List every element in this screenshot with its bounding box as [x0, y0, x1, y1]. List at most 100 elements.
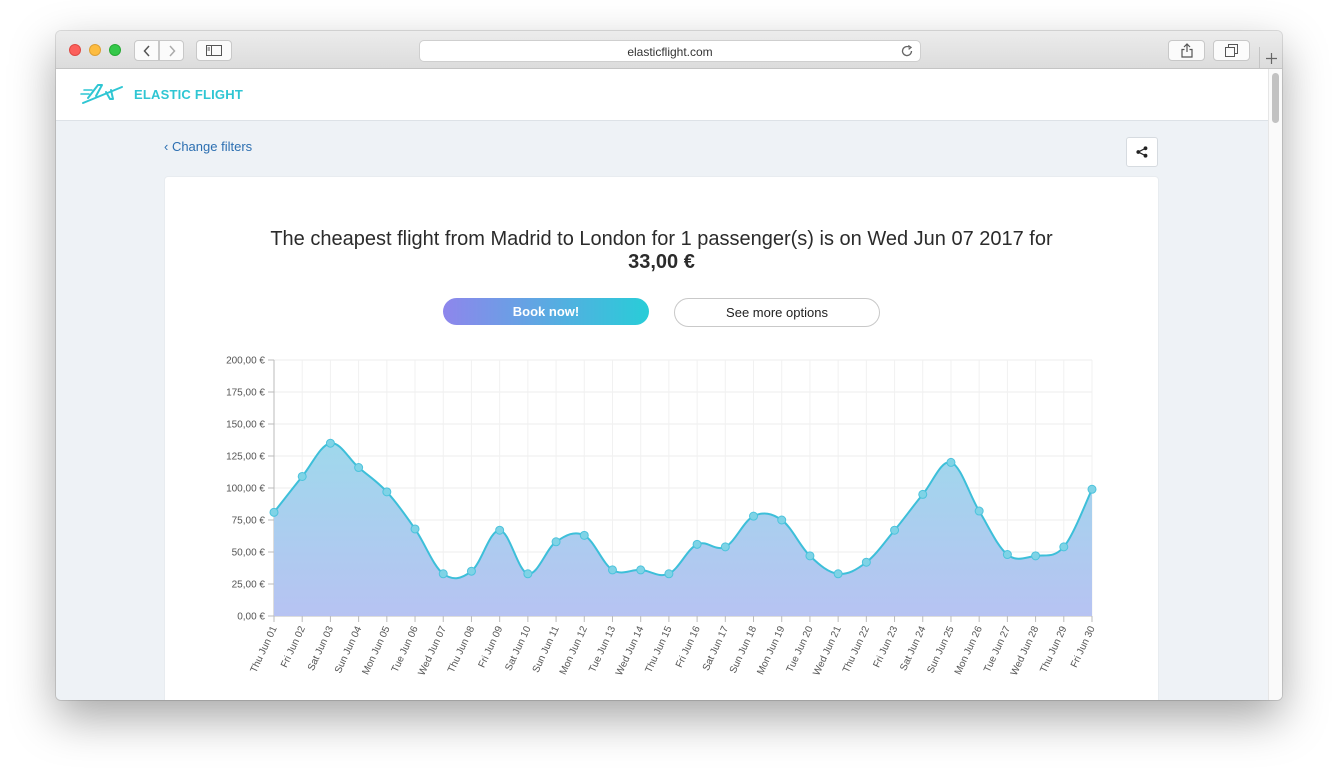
x-tick-label: Sun Jun 04 — [333, 624, 365, 675]
chevron-left-icon — [142, 44, 150, 57]
scrollbar-thumb[interactable] — [1272, 73, 1279, 123]
x-tick-label: Fri Jun 09 — [477, 624, 506, 669]
data-point[interactable] — [579, 530, 589, 540]
x-tick-label: Thu Jun 08 — [446, 624, 477, 674]
plane-icon — [80, 84, 123, 104]
data-point[interactable] — [720, 542, 730, 552]
x-tick-label: Mon Jun 19 — [755, 624, 787, 676]
data-point[interactable] — [777, 515, 787, 525]
x-tick-label: Mon Jun 26 — [953, 624, 985, 676]
x-tick-label: Sat Jun 10 — [503, 624, 533, 672]
change-filters-link[interactable]: ‹ Change filters — [164, 139, 252, 154]
y-tick-label: 50,00 € — [232, 548, 266, 559]
data-point[interactable] — [1087, 484, 1097, 494]
data-point[interactable] — [410, 524, 420, 534]
reload-icon[interactable] — [900, 44, 914, 58]
data-point[interactable] — [833, 569, 843, 579]
minimize-window-button[interactable] — [89, 44, 101, 56]
headline-text: The cheapest flight from Madrid to Londo… — [270, 228, 1053, 250]
data-point[interactable] — [636, 565, 646, 575]
tab-overview-button[interactable] — [1213, 40, 1250, 61]
y-tick-label: 200,00 € — [226, 356, 265, 367]
browser-share-button[interactable] — [1168, 40, 1205, 61]
x-tick-label: Sat Jun 17 — [701, 624, 731, 672]
data-point[interactable] — [297, 471, 307, 481]
data-point[interactable] — [974, 506, 984, 516]
book-now-button[interactable]: Book now! — [443, 298, 649, 325]
x-tick-label: Fri Jun 30 — [1069, 624, 1098, 669]
x-tick-label: Fri Jun 02 — [279, 624, 308, 669]
data-point[interactable] — [438, 569, 448, 579]
chevron-right-icon — [168, 44, 176, 57]
data-point[interactable] — [692, 539, 702, 549]
data-point[interactable] — [495, 525, 505, 535]
x-tick-label: Tue Jun 06 — [390, 624, 421, 674]
data-point[interactable] — [523, 569, 533, 579]
see-more-options-button[interactable]: See more options — [674, 298, 880, 327]
data-point[interactable] — [607, 565, 617, 575]
data-point[interactable] — [805, 551, 815, 561]
browser-window: elasticflight.com ELASTIC FLIGHT ‹ Chang… — [56, 31, 1282, 700]
address-bar[interactable]: elasticflight.com — [419, 40, 921, 62]
data-point[interactable] — [325, 438, 335, 448]
data-point[interactable] — [749, 511, 759, 521]
x-tick-label: Tue Jun 27 — [982, 624, 1013, 674]
data-point[interactable] — [354, 463, 364, 473]
data-point[interactable] — [269, 507, 279, 517]
x-tick-label: Thu Jun 29 — [1038, 624, 1069, 674]
data-point[interactable] — [664, 569, 674, 579]
logo-text: ELASTIC FLIGHT — [134, 86, 243, 102]
x-tick-label: Thu Jun 15 — [643, 624, 674, 674]
x-tick-label: Sat Jun 03 — [306, 624, 336, 672]
close-window-button[interactable] — [69, 44, 81, 56]
x-tick-label: Fri Jun 16 — [674, 624, 703, 669]
data-point[interactable] — [382, 487, 392, 497]
forward-button[interactable] — [159, 40, 184, 61]
y-tick-label: 150,00 € — [226, 420, 265, 431]
result-card: The cheapest flight from Madrid to Londo… — [165, 177, 1158, 700]
x-tick-label: Tue Jun 13 — [587, 624, 618, 674]
x-tick-label: Wed Jun 21 — [811, 624, 844, 677]
data-point[interactable] — [946, 457, 956, 467]
x-tick-label: Mon Jun 05 — [360, 624, 392, 676]
tabs-icon — [1225, 44, 1238, 57]
result-headline: The cheapest flight from Madrid to Londo… — [165, 228, 1158, 274]
data-point[interactable] — [890, 525, 900, 535]
y-tick-label: 25,00 € — [232, 580, 266, 591]
price-value: 33,00 € — [628, 251, 695, 273]
page-share-button[interactable] — [1126, 137, 1158, 167]
new-tab-button[interactable] — [1259, 47, 1282, 69]
y-tick-label: 75,00 € — [232, 516, 266, 527]
y-tick-label: 100,00 € — [226, 484, 265, 495]
price-chart: 0,00 € 25,00 € 50,00 € 75,00 € 100,00 € 125,0… — [165, 337, 1158, 700]
share-icon — [1136, 146, 1148, 158]
x-tick-label: Thu Jun 01 — [249, 624, 280, 674]
sidebar-toggle-button[interactable] — [196, 40, 232, 61]
y-tick-label: 125,00 € — [226, 452, 265, 463]
site-header: ELASTIC FLIGHT — [56, 69, 1268, 121]
data-point[interactable] — [918, 489, 928, 499]
x-tick-label: Tue Jun 20 — [785, 624, 816, 674]
y-tick-label: 175,00 € — [226, 388, 265, 399]
price-chart-svg: 0,00 € 25,00 € 50,00 € 75,00 € 100,00 € 125,0… — [226, 356, 1098, 678]
site-logo[interactable]: ELASTIC FLIGHT — [80, 81, 243, 107]
y-tick-label: 0,00 € — [237, 612, 265, 623]
data-point[interactable] — [1002, 550, 1012, 560]
data-point[interactable] — [1059, 542, 1069, 552]
x-tick-label: Wed Jun 28 — [1009, 624, 1042, 677]
x-tick-label: Sun Jun 11 — [531, 624, 562, 674]
x-tick-label: Thu Jun 22 — [841, 624, 872, 674]
data-point[interactable] — [466, 566, 476, 576]
browser-toolbar: elasticflight.com — [56, 31, 1282, 69]
data-point[interactable] — [1031, 551, 1041, 561]
back-button[interactable] — [134, 40, 159, 61]
x-tick-label: Sat Jun 24 — [898, 624, 928, 672]
x-tick-label: Mon Jun 12 — [558, 624, 590, 676]
zoom-window-button[interactable] — [109, 44, 121, 56]
x-tick-label: Wed Jun 07 — [417, 624, 450, 677]
x-tick-label: Wed Jun 14 — [614, 624, 647, 677]
data-point[interactable] — [551, 537, 561, 547]
data-point[interactable] — [861, 557, 871, 567]
x-tick-label: Fri Jun 23 — [872, 624, 901, 669]
scrollbar[interactable] — [1268, 69, 1282, 700]
